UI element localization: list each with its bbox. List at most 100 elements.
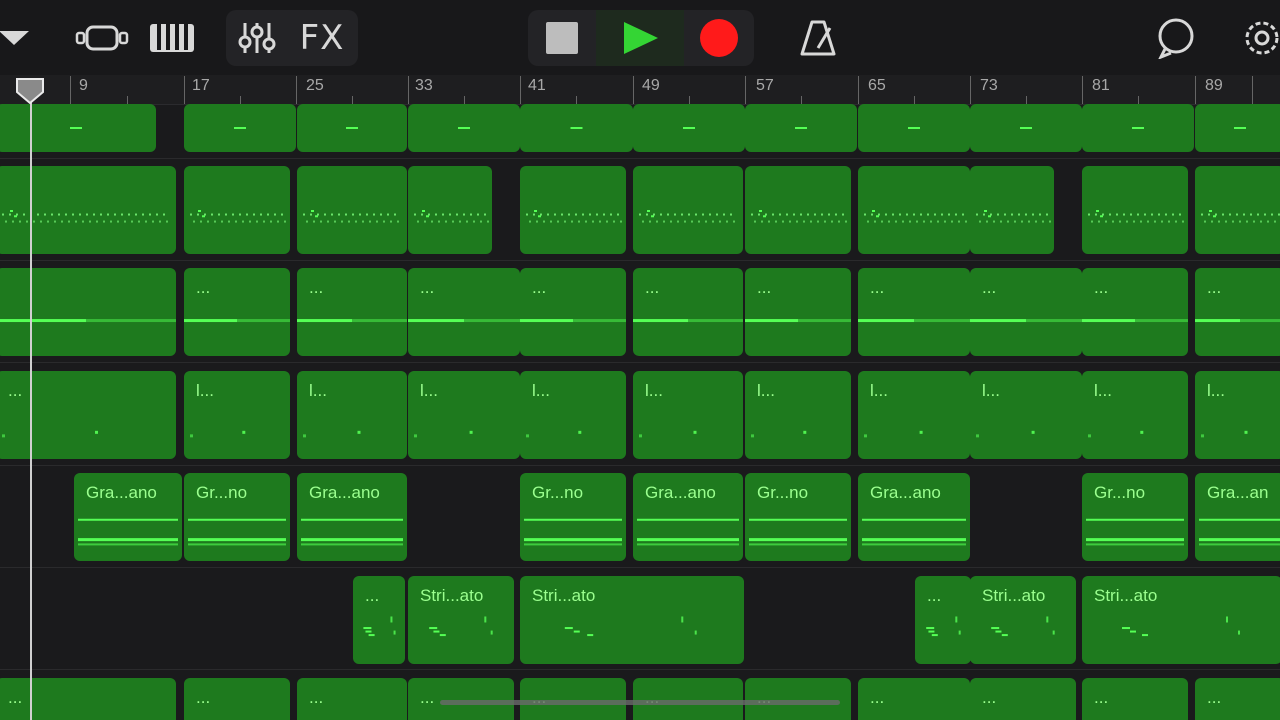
midi-note [763, 215, 766, 218]
region[interactable]: ... [520, 678, 626, 720]
region[interactable]: Gr...no [745, 473, 851, 561]
region[interactable]: Stri...ato [408, 576, 514, 664]
region[interactable]: l... [184, 371, 290, 459]
region[interactable]: l... [297, 371, 407, 459]
region[interactable]: ... [1195, 678, 1280, 720]
midi-note [5, 220, 7, 223]
region[interactable]: Gr...no [520, 473, 626, 561]
region[interactable]: ... [408, 268, 520, 356]
region[interactable] [297, 166, 407, 254]
region[interactable] [520, 166, 626, 254]
region[interactable] [0, 104, 156, 152]
region[interactable] [745, 104, 857, 152]
region[interactable]: ... [297, 678, 407, 720]
region[interactable]: ... [858, 268, 970, 356]
tracks-view-button[interactable] [70, 10, 134, 66]
region[interactable]: Stri...ato [1082, 576, 1280, 664]
region[interactable] [0, 268, 176, 356]
region[interactable] [745, 166, 851, 254]
region[interactable]: ... [1082, 678, 1188, 720]
region[interactable] [184, 166, 290, 254]
region[interactable]: Gra...an [1195, 473, 1280, 561]
region[interactable]: l... [1082, 371, 1188, 459]
midi-note [166, 220, 168, 223]
region[interactable] [0, 166, 176, 254]
region[interactable]: Gra...ano [633, 473, 743, 561]
loop-browser-button[interactable] [1148, 10, 1204, 66]
mixer-button[interactable] [227, 20, 287, 56]
region[interactable]: Gr...no [184, 473, 290, 561]
region[interactable]: ... [915, 576, 971, 664]
region[interactable] [184, 104, 296, 152]
region[interactable] [1195, 166, 1280, 254]
region[interactable]: ... [297, 268, 407, 356]
timeline-ruler[interactable]: 9 17 25 33 41 49 57 65 73 81 89 [0, 75, 1280, 105]
region[interactable] [970, 166, 1054, 254]
region[interactable] [520, 104, 633, 152]
region[interactable]: l... [1195, 371, 1280, 459]
horizontal-scrollbar[interactable] [440, 700, 840, 705]
midi-note [575, 213, 577, 216]
region[interactable] [633, 104, 745, 152]
midi-note [473, 220, 475, 223]
region[interactable]: l... [633, 371, 743, 459]
region[interactable]: Gra...ano [74, 473, 182, 561]
region[interactable] [1195, 104, 1280, 152]
region[interactable]: Gra...ano [297, 473, 407, 561]
midi-note [646, 213, 648, 216]
region[interactable] [858, 166, 970, 254]
midi-note [51, 213, 53, 216]
region[interactable]: ... [184, 268, 290, 356]
midi-note [1088, 434, 1091, 438]
region[interactable]: ... [970, 268, 1082, 356]
region[interactable]: Stri...ato [520, 576, 744, 664]
fx-button[interactable]: FX [287, 18, 357, 58]
midi-note [253, 213, 255, 216]
midi-note [681, 213, 683, 216]
region[interactable]: l... [745, 371, 851, 459]
region[interactable]: Gra...ano [858, 473, 970, 561]
region[interactable] [633, 166, 743, 254]
region[interactable] [297, 104, 407, 152]
metronome-button[interactable] [792, 10, 844, 66]
region[interactable]: ... [1195, 268, 1280, 356]
region[interactable]: ... [858, 678, 970, 720]
region[interactable] [1082, 104, 1194, 152]
region[interactable]: l... [970, 371, 1082, 459]
tracks-area[interactable]: ................................. l... l..… [0, 104, 1280, 720]
region-notes [2, 210, 168, 223]
settings-button[interactable] [1238, 10, 1280, 66]
keyboard-button[interactable] [142, 10, 202, 66]
region[interactable]: ... [633, 268, 743, 356]
region[interactable] [1082, 166, 1188, 254]
region[interactable]: ... [184, 678, 290, 720]
region[interactable] [970, 104, 1082, 152]
region[interactable]: ... [0, 371, 176, 459]
dropdown-icon[interactable] [0, 10, 38, 66]
region[interactable]: ... [408, 678, 514, 720]
region[interactable]: ... [0, 678, 176, 720]
playhead-handle[interactable] [16, 78, 44, 104]
play-button[interactable] [596, 10, 684, 66]
region[interactable]: Stri...ato [970, 576, 1076, 664]
region[interactable]: ... [1082, 268, 1188, 356]
record-button[interactable] [684, 10, 754, 66]
region[interactable]: ... [970, 678, 1076, 720]
region-label: ... [1207, 278, 1222, 297]
region[interactable]: ... [633, 678, 743, 720]
region[interactable] [858, 104, 970, 152]
midi-note [1218, 220, 1220, 223]
region[interactable] [408, 104, 520, 152]
midi-note [470, 213, 472, 216]
region[interactable]: l... [858, 371, 970, 459]
region[interactable]: l... [520, 371, 626, 459]
stop-button[interactable] [528, 10, 596, 66]
region[interactable]: ... [353, 576, 405, 664]
region[interactable] [408, 166, 492, 254]
region[interactable]: ... [520, 268, 626, 356]
region[interactable]: ... [745, 678, 851, 720]
region[interactable]: l... [408, 371, 520, 459]
midi-note [1042, 220, 1044, 223]
region[interactable]: ... [745, 268, 851, 356]
region[interactable]: Gr...no [1082, 473, 1188, 561]
